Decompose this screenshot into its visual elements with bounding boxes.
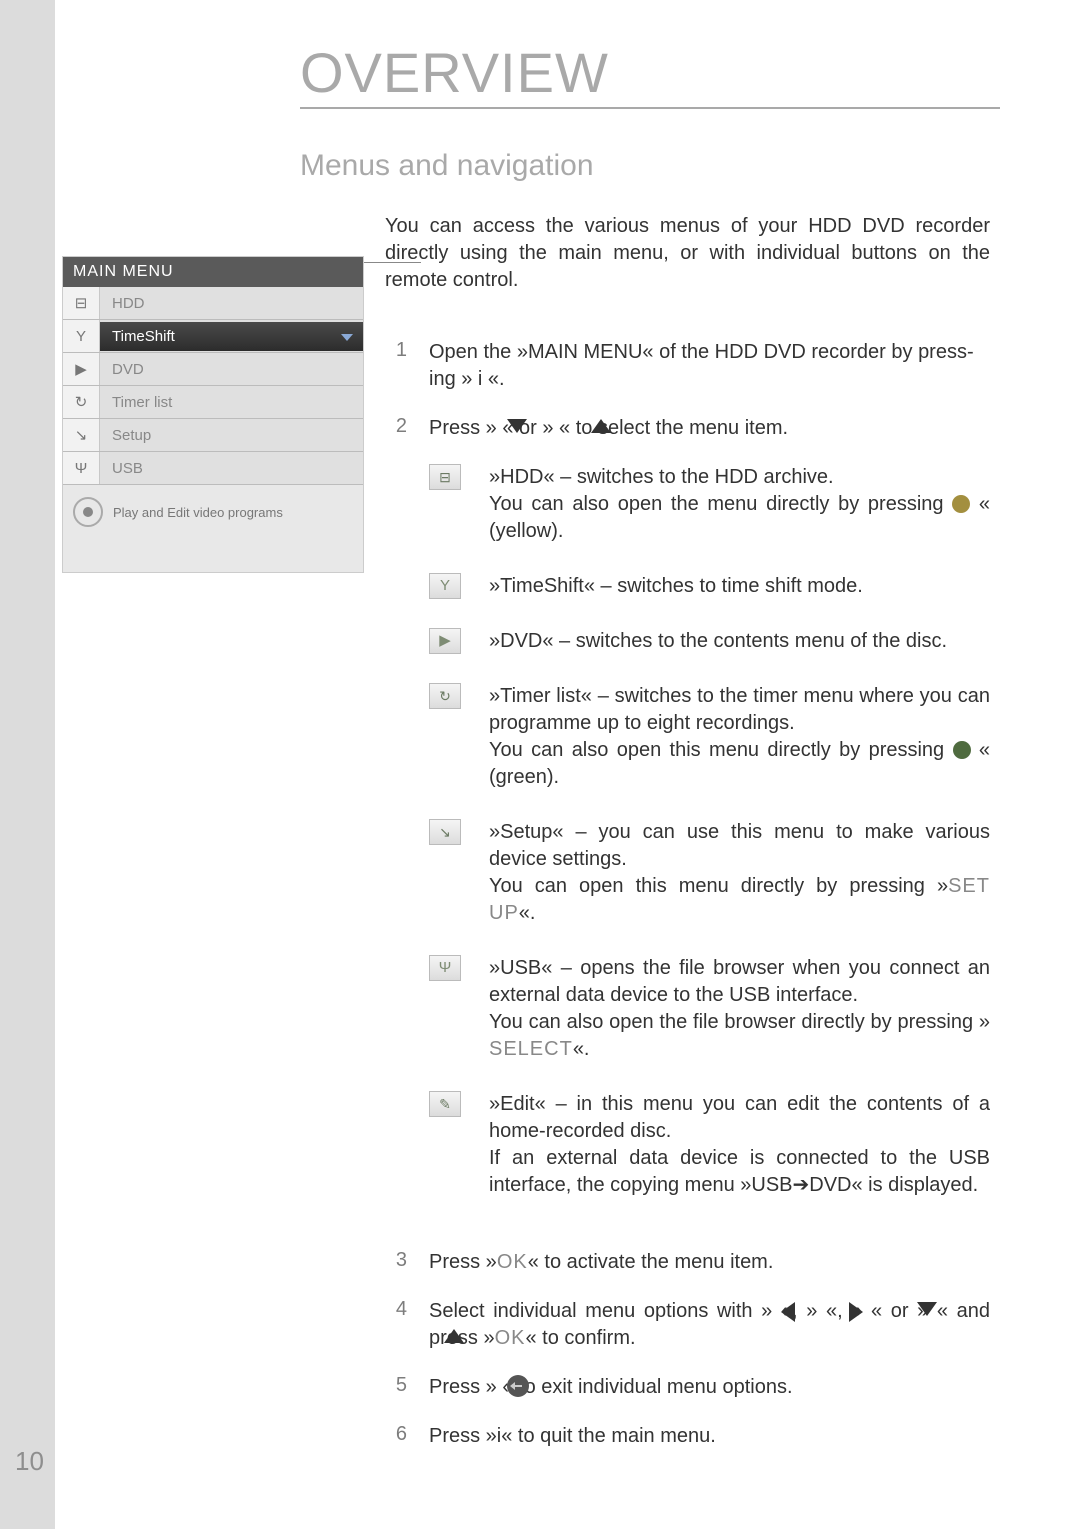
- menu-label: Setup: [100, 421, 363, 450]
- menu-item-usb[interactable]: Ψ USB: [63, 452, 363, 485]
- step-text: ing » i «.: [429, 368, 505, 390]
- step-number: 4: [385, 1298, 407, 1352]
- yellow-button-icon: [952, 495, 970, 513]
- section-heading: Menus and navigation: [300, 149, 1010, 183]
- desc-dvd: ▶ »DVD« – switches to the contents menu …: [429, 628, 990, 655]
- down-arrow-icon: [507, 419, 527, 433]
- menu-item-setup[interactable]: ↘ Setup: [63, 419, 363, 452]
- desc-edit: ✎ »Edit« – in this menu you can edit the…: [429, 1091, 990, 1199]
- menu-label: Timer list: [100, 388, 363, 417]
- desc-text: »Edit« – in this menu you can edit the c…: [489, 1093, 990, 1142]
- up-arrow-icon: [444, 1329, 464, 1343]
- page-number: 10: [15, 1446, 44, 1477]
- down-arrow-icon: [917, 1302, 937, 1316]
- step-text: Press » « to exit individual menu option…: [429, 1376, 793, 1398]
- menu-item-descriptions: ⊟ »HDD« – switches to the HDD archive. Y…: [429, 464, 990, 1199]
- left-arrow-icon: [781, 1302, 795, 1322]
- callout-line: [364, 262, 421, 263]
- instruction-steps: 1 Open the »MAIN MENU« of the HDD DVD re…: [385, 339, 990, 1450]
- menu-label: USB: [100, 454, 363, 483]
- step-text: Press »i« to quit the main menu.: [429, 1425, 716, 1447]
- desc-hdd: ⊟ »HDD« – switches to the HDD archive. Y…: [429, 464, 990, 545]
- desc-timeshift: Y »TimeShift« – switches to time shift m…: [429, 573, 990, 600]
- desc-text: «.: [519, 902, 536, 924]
- return-button-icon: [507, 1375, 529, 1397]
- step-text: « to activate the menu item.: [528, 1251, 774, 1273]
- dial-icon: [73, 497, 103, 527]
- desc-setup: ↘ »Setup« – you can use this menu to mak…: [429, 819, 990, 927]
- main-menu-panel: MAIN MENU ⊟ HDD Y TimeShift ▶ DVD ↻ Time…: [62, 256, 364, 573]
- menu-label: HDD: [100, 289, 363, 318]
- desc-text: »HDD« – switches to the HDD archive.: [489, 466, 834, 488]
- dvd-icon: ▶: [63, 353, 100, 385]
- usb-icon: Ψ: [429, 955, 461, 981]
- green-button-icon: [953, 741, 971, 759]
- step-text: « to confirm.: [526, 1327, 636, 1349]
- step-4: 4 Select individual menu options with » …: [385, 1298, 990, 1352]
- page-title: OVERVIEW: [300, 40, 1000, 109]
- desc-text: »TimeShift« – switches to time shift mod…: [489, 575, 863, 597]
- desc-text: You can also open the file browser direc…: [489, 1011, 990, 1033]
- menu-item-hdd[interactable]: ⊟ HDD: [63, 287, 363, 320]
- step-6: 6 Press »i« to quit the main menu.: [385, 1423, 990, 1450]
- step-2: 2 Press » « or » « to select the menu it…: [385, 415, 990, 1227]
- step-number: 1: [385, 339, 407, 393]
- menu-caption: Play and Edit video programs: [63, 485, 363, 527]
- step-5: 5 Press » « to exit individual menu opti…: [385, 1374, 990, 1401]
- timeshift-icon: Y: [63, 320, 100, 352]
- step-3: 3 Press »OK« to activate the menu item.: [385, 1249, 990, 1276]
- desc-text: »Setup« – you can use this menu to make …: [489, 821, 990, 870]
- desc-text: If an external data device is connected …: [489, 1147, 990, 1196]
- menu-item-timeshift[interactable]: Y TimeShift: [63, 320, 363, 353]
- desc-text: «.: [573, 1038, 590, 1060]
- desc-text: You can open this menu directly by press…: [489, 875, 948, 897]
- select-key-label: SELECT: [489, 1038, 573, 1060]
- step-text: Press »: [429, 1251, 497, 1273]
- setup-icon: ↘: [429, 819, 461, 845]
- step-1: 1 Open the »MAIN MENU« of the HDD DVD re…: [385, 339, 990, 393]
- intro-paragraph: You can access the various menus of your…: [385, 213, 990, 294]
- desc-text: You can also open this menu directly by …: [489, 739, 953, 761]
- desc-timerlist: ↻ »Timer list« – switches to the timer m…: [429, 683, 990, 791]
- step-number: 3: [385, 1249, 407, 1276]
- menu-caption-text: Play and Edit video programs: [113, 505, 283, 520]
- timeshift-icon: Y: [429, 573, 461, 599]
- desc-usb: Ψ »USB« – opens the file browser when yo…: [429, 955, 990, 1063]
- ok-key-label: OK: [495, 1327, 526, 1349]
- menu-label: TimeShift: [100, 322, 363, 351]
- desc-text: »DVD« – switches to the contents menu of…: [489, 630, 947, 652]
- ok-key-label: OK: [497, 1251, 528, 1273]
- hdd-icon: ⊟: [429, 464, 461, 490]
- usb-icon: Ψ: [63, 452, 100, 484]
- timer-icon: ↻: [63, 386, 100, 418]
- dvd-icon: ▶: [429, 628, 461, 654]
- hdd-icon: ⊟: [63, 287, 100, 319]
- menu-item-timerlist[interactable]: ↻ Timer list: [63, 386, 363, 419]
- setup-icon: ↘: [63, 419, 100, 451]
- main-menu-title: MAIN MENU: [63, 257, 363, 287]
- right-arrow-icon: [849, 1302, 863, 1322]
- page-margin-strip: [0, 0, 55, 1529]
- menu-label: DVD: [100, 355, 363, 384]
- step-text: Open the »MAIN MENU« of the HDD DVD reco…: [429, 341, 974, 363]
- page-content: OVERVIEW Menus and navigation You can ac…: [55, 0, 1080, 1529]
- desc-text: You can also open the menu directly by p…: [489, 493, 952, 515]
- desc-text: »Timer list« – switches to the timer men…: [489, 685, 990, 734]
- edit-icon: ✎: [429, 1091, 461, 1117]
- timer-icon: ↻: [429, 683, 461, 709]
- step-number: 2: [385, 415, 407, 1227]
- step-number: 6: [385, 1423, 407, 1450]
- desc-text: »USB« – opens the file browser when you …: [489, 957, 990, 1006]
- menu-item-dvd[interactable]: ▶ DVD: [63, 353, 363, 386]
- up-arrow-icon: [591, 419, 611, 433]
- step-number: 5: [385, 1374, 407, 1401]
